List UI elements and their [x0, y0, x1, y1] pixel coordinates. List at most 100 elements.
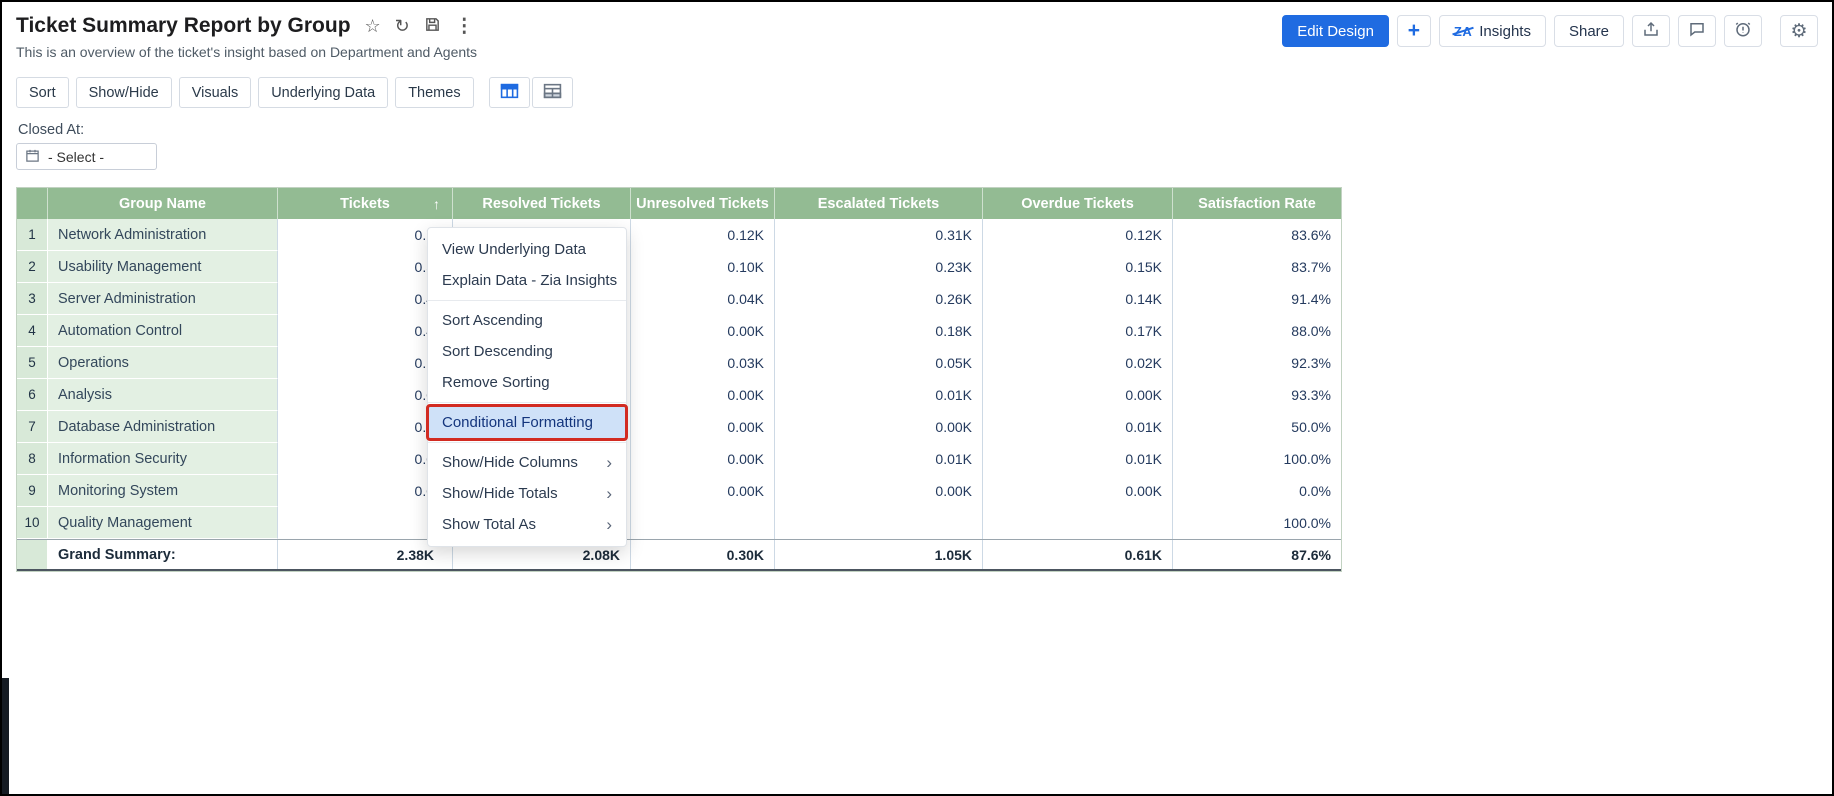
row-number: 8 [17, 443, 48, 475]
summary-overdue: 0.61K [983, 540, 1173, 569]
favorite-star-icon[interactable]: ☆ [365, 17, 381, 35]
cell-satisfaction[interactable]: 91.4% [1173, 283, 1341, 315]
cell-unresolved[interactable] [631, 507, 775, 539]
insights-button[interactable]: ZA Insights [1439, 15, 1546, 47]
column-header-resolved-tickets[interactable]: Resolved Tickets [453, 188, 631, 219]
save-icon[interactable] [424, 16, 441, 36]
cell-escalated[interactable]: 0.01K [775, 443, 983, 475]
menu-item-view-underlying-data[interactable]: View Underlying Data [428, 234, 626, 265]
refresh-icon[interactable]: ↻ [395, 17, 410, 35]
cell-escalated[interactable]: 0.23K [775, 251, 983, 283]
comment-icon [1688, 20, 1706, 42]
cell-unresolved[interactable]: 0.00K [631, 411, 775, 443]
cell-escalated[interactable]: 0.01K [775, 379, 983, 411]
cell-group-name[interactable]: Quality Management [48, 507, 278, 539]
menu-item-sort-descending[interactable]: Sort Descending [428, 336, 626, 367]
column-header-overdue-tickets[interactable]: Overdue Tickets [983, 188, 1173, 219]
table-row: 8 Information Security 0.0 0.00K 0.01K 0… [17, 443, 1341, 475]
cell-group-name[interactable]: Monitoring System [48, 475, 278, 507]
menu-item-show-hide-columns[interactable]: Show/Hide Columns › [428, 447, 626, 478]
cell-escalated[interactable]: 0.31K [775, 219, 983, 251]
menu-item-show-total-as[interactable]: Show Total As › [428, 509, 626, 540]
cell-group-name[interactable]: Analysis [48, 379, 278, 411]
column-header-group-name[interactable]: Group Name [48, 188, 278, 219]
sort-button[interactable]: Sort [16, 77, 69, 108]
report-header: Ticket Summary Report by Group ☆ ↻ ⋮ Thi… [16, 14, 477, 60]
cell-overdue[interactable]: 0.12K [983, 219, 1173, 251]
cell-overdue[interactable] [983, 507, 1173, 539]
cell-unresolved[interactable]: 0.12K [631, 219, 775, 251]
table-view-button[interactable] [489, 77, 530, 108]
cell-overdue[interactable]: 0.02K [983, 347, 1173, 379]
settings-button[interactable]: ⚙ [1780, 15, 1818, 47]
menu-item-conditional-formatting[interactable]: Conditional Formatting [428, 407, 626, 438]
cell-overdue[interactable]: 0.15K [983, 251, 1173, 283]
cell-escalated[interactable]: 0.00K [775, 411, 983, 443]
cell-unresolved[interactable]: 0.00K [631, 379, 775, 411]
cell-overdue[interactable]: 0.01K [983, 411, 1173, 443]
more-options-icon[interactable]: ⋮ [455, 17, 474, 36]
cell-unresolved[interactable]: 0.00K [631, 475, 775, 507]
cell-satisfaction[interactable]: 50.0% [1173, 411, 1341, 443]
cell-overdue[interactable]: 0.14K [983, 283, 1173, 315]
cell-escalated[interactable]: 0.26K [775, 283, 983, 315]
cell-unresolved[interactable]: 0.00K [631, 443, 775, 475]
cell-group-name[interactable]: Automation Control [48, 315, 278, 347]
menu-item-remove-sorting[interactable]: Remove Sorting [428, 367, 626, 398]
cell-group-name[interactable]: Operations [48, 347, 278, 379]
screen-edge-artifact [2, 678, 9, 796]
cell-unresolved[interactable]: 0.04K [631, 283, 775, 315]
export-button[interactable] [1632, 15, 1670, 47]
cell-unresolved[interactable]: 0.10K [631, 251, 775, 283]
cell-unresolved[interactable]: 0.03K [631, 347, 775, 379]
column-context-menu: View Underlying Data Explain Data - Zia … [427, 227, 627, 547]
cell-escalated[interactable]: 0.00K [775, 475, 983, 507]
themes-button[interactable]: Themes [395, 77, 473, 108]
cell-satisfaction[interactable]: 83.6% [1173, 219, 1341, 251]
cell-unresolved[interactable]: 0.00K [631, 315, 775, 347]
report-description: This is an overview of the ticket's insi… [16, 44, 477, 60]
cell-overdue[interactable]: 0.00K [983, 475, 1173, 507]
cell-group-name[interactable]: Server Administration [48, 283, 278, 315]
row-number: 9 [17, 475, 48, 507]
cell-satisfaction[interactable]: 93.3% [1173, 379, 1341, 411]
visuals-button[interactable]: Visuals [179, 77, 251, 108]
column-header-satisfaction-rate[interactable]: Satisfaction Rate [1173, 188, 1341, 219]
cell-group-name[interactable]: Usability Management [48, 251, 278, 283]
cell-escalated[interactable] [775, 507, 983, 539]
column-header-tickets[interactable]: Tickets ↑ [278, 188, 453, 219]
column-header-escalated-tickets[interactable]: Escalated Tickets [775, 188, 983, 219]
menu-item-show-hide-totals[interactable]: Show/Hide Totals › [428, 478, 626, 509]
cell-satisfaction[interactable]: 92.3% [1173, 347, 1341, 379]
summary-view-button[interactable] [532, 77, 573, 108]
cell-satisfaction[interactable]: 0.0% [1173, 475, 1341, 507]
cell-escalated[interactable]: 0.18K [775, 315, 983, 347]
comments-button[interactable] [1678, 15, 1716, 47]
show-hide-totals-label: Show/Hide Totals [442, 485, 558, 502]
menu-item-sort-ascending[interactable]: Sort Ascending [428, 305, 626, 336]
menu-item-explain-data-zia-insights[interactable]: Explain Data - Zia Insights [428, 265, 626, 296]
grand-summary-row: Grand Summary: 2.38K 2.08K 0.30K 1.05K 0… [17, 539, 1341, 571]
cell-overdue[interactable]: 0.17K [983, 315, 1173, 347]
summary-escalated: 1.05K [775, 540, 983, 569]
add-button[interactable]: + [1397, 15, 1431, 47]
alerts-button[interactable] [1724, 15, 1762, 47]
cell-satisfaction[interactable]: 100.0% [1173, 443, 1341, 475]
cell-escalated[interactable]: 0.05K [775, 347, 983, 379]
underlying-data-button[interactable]: Underlying Data [258, 77, 388, 108]
cell-group-name[interactable]: Information Security [48, 443, 278, 475]
cell-group-name[interactable]: Network Administration [48, 219, 278, 251]
share-button[interactable]: Share [1554, 15, 1624, 47]
cell-satisfaction[interactable]: 83.7% [1173, 251, 1341, 283]
cell-overdue[interactable]: 0.01K [983, 443, 1173, 475]
edit-design-button[interactable]: Edit Design [1282, 15, 1389, 47]
summary-unresolved: 0.30K [631, 540, 775, 569]
menu-divider [428, 442, 626, 443]
cell-satisfaction[interactable]: 88.0% [1173, 315, 1341, 347]
show-hide-button[interactable]: Show/Hide [76, 77, 172, 108]
column-header-unresolved-tickets[interactable]: Unresolved Tickets [631, 188, 775, 219]
cell-overdue[interactable]: 0.00K [983, 379, 1173, 411]
cell-group-name[interactable]: Database Administration [48, 411, 278, 443]
cell-satisfaction[interactable]: 100.0% [1173, 507, 1341, 539]
closed-at-select[interactable]: - Select - [16, 143, 157, 170]
